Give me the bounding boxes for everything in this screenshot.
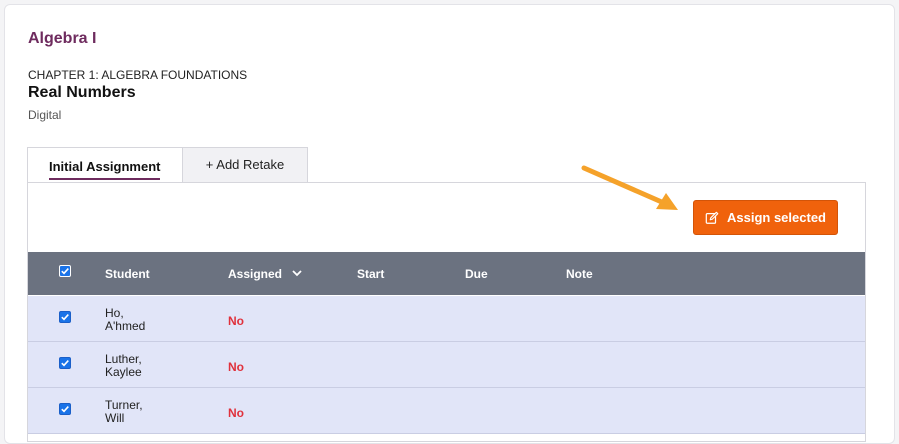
student-first-name: Will	[105, 411, 125, 425]
column-header-student[interactable]: Student	[105, 267, 150, 281]
student-first-name: Kaylee	[105, 365, 142, 379]
lesson-type: Digital	[28, 108, 62, 122]
table-row: Turner, Will No	[28, 388, 865, 434]
column-header-note[interactable]: Note	[566, 267, 593, 281]
tab-initial-assignment[interactable]: Initial Assignment	[27, 147, 183, 183]
pointer-arrow-icon	[581, 165, 678, 210]
column-header-assigned[interactable]: Assigned	[228, 267, 282, 281]
checkmark-icon	[61, 360, 69, 367]
assigned-status: No	[228, 406, 244, 420]
checkmark-icon	[61, 268, 69, 275]
student-name: Turner, Will	[105, 399, 143, 425]
lesson-title: Real Numbers	[28, 84, 136, 101]
checkmark-icon	[61, 314, 69, 321]
course-title: Algebra I	[28, 30, 97, 47]
assigned-status: No	[228, 314, 244, 328]
tab-initial-assignment-label: Initial Assignment	[49, 159, 161, 180]
checkmark-icon	[61, 406, 69, 413]
chapter-label: CHAPTER 1: ALGEBRA FOUNDATIONS	[28, 68, 248, 82]
select-all-checkbox[interactable]	[59, 265, 71, 277]
student-first-name: A'hmed	[105, 319, 146, 333]
column-header-due[interactable]: Due	[465, 267, 488, 281]
assigned-status: No	[228, 360, 244, 374]
tab-add-retake[interactable]: + Add Retake	[183, 147, 308, 183]
edit-icon	[705, 211, 719, 224]
table-header: Student Assigned Start Due Note	[28, 252, 865, 295]
student-name: Ho, A'hmed	[105, 307, 145, 333]
row-checkbox[interactable]	[59, 403, 71, 415]
assign-selected-button[interactable]: Assign selected	[693, 200, 838, 235]
assign-selected-label: Assign selected	[727, 210, 826, 225]
column-header-start[interactable]: Start	[357, 267, 384, 281]
chevron-down-icon[interactable]	[291, 268, 303, 278]
row-checkbox[interactable]	[59, 311, 71, 323]
table-row: Luther, Kaylee No	[28, 342, 865, 388]
row-checkbox[interactable]	[59, 357, 71, 369]
student-name: Luther, Kaylee	[105, 353, 142, 379]
table-row: Ho, A'hmed No	[28, 296, 865, 342]
